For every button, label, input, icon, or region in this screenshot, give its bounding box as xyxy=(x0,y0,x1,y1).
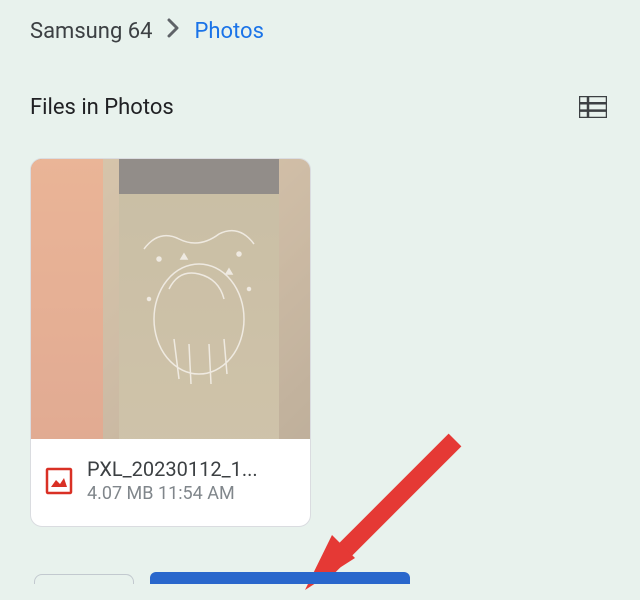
file-info: PXL_20230112_1... 4.07 MB 11:54 AM xyxy=(31,439,310,526)
file-meta: 4.07 MB 11:54 AM xyxy=(87,483,258,504)
file-name: PXL_20230112_1... xyxy=(87,457,258,481)
breadcrumb-parent[interactable]: Samsung 64 xyxy=(30,19,153,44)
list-view-icon xyxy=(579,96,607,118)
section-header: Files in Photos xyxy=(30,94,610,120)
file-card[interactable]: PXL_20230112_1... 4.07 MB 11:54 AM xyxy=(30,158,311,527)
section-title: Files in Photos xyxy=(30,95,174,120)
list-view-button[interactable] xyxy=(576,94,610,120)
bottom-button-outline[interactable] xyxy=(34,574,134,584)
chevron-right-icon xyxy=(167,18,181,44)
breadcrumb: Samsung 64 Photos xyxy=(30,18,610,44)
image-file-icon xyxy=(45,467,73,495)
file-thumbnail xyxy=(31,159,310,439)
bottom-action-button[interactable] xyxy=(150,572,410,584)
breadcrumb-current[interactable]: Photos xyxy=(195,19,264,44)
